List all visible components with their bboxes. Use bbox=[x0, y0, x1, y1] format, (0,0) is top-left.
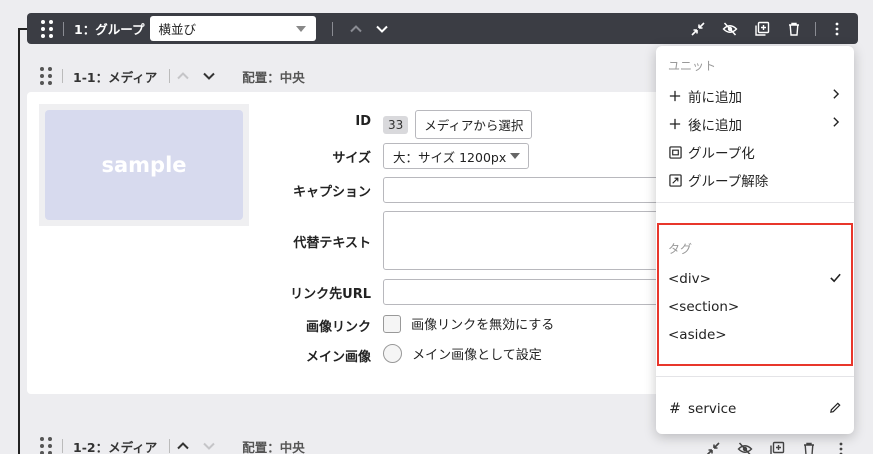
collapse-arrows-icon bbox=[706, 442, 720, 454]
collapse-arrows-icon bbox=[691, 21, 705, 36]
image-link-label: 画像リンク bbox=[305, 320, 371, 335]
collapse-button[interactable] bbox=[700, 436, 726, 454]
tag-section-highlight bbox=[657, 223, 853, 366]
move-down-button[interactable] bbox=[369, 16, 395, 42]
delete-button[interactable] bbox=[781, 16, 807, 42]
hide-button[interactable] bbox=[717, 16, 743, 42]
unit-position: 配置：中央 bbox=[242, 439, 305, 454]
image-link-option[interactable]: 画像リンクを無効にする bbox=[383, 314, 554, 333]
unit-title: 1-1：メディア bbox=[73, 69, 158, 85]
trash-icon bbox=[789, 22, 799, 36]
menu-item-add-after[interactable]: 後に追加 bbox=[668, 112, 842, 136]
move-down-button[interactable] bbox=[196, 433, 222, 454]
divider bbox=[62, 69, 63, 83]
unit-header: 1-2：メディア 配置：中央 bbox=[40, 433, 305, 454]
drag-handle-icon[interactable] bbox=[40, 67, 52, 85]
caption-label: キャプション bbox=[292, 185, 371, 200]
caret-down-icon bbox=[510, 153, 520, 159]
disable-link-checkbox[interactable] bbox=[383, 314, 401, 333]
more-menu-button[interactable] bbox=[824, 16, 850, 42]
alt-text-label: 代替テキスト bbox=[293, 236, 371, 251]
duplicate-button[interactable] bbox=[764, 436, 790, 454]
more-vertical-icon bbox=[835, 22, 839, 35]
move-up-button[interactable] bbox=[170, 63, 196, 89]
trash-icon bbox=[804, 442, 814, 454]
duplicate-button[interactable] bbox=[749, 16, 775, 42]
drag-handle-icon[interactable] bbox=[41, 19, 53, 38]
unit-actions bbox=[700, 436, 854, 454]
menu-item-label: グループ解除 bbox=[688, 174, 769, 190]
more-vertical-icon bbox=[839, 442, 843, 454]
anchor-label: service bbox=[688, 401, 737, 417]
menu-item-label: グループ化 bbox=[688, 146, 755, 162]
menu-item-group[interactable]: グループ化 bbox=[668, 140, 842, 164]
divider bbox=[63, 21, 64, 36]
divider bbox=[332, 21, 334, 36]
pencil-icon[interactable] bbox=[829, 401, 842, 418]
menu-section-unit: ユニット bbox=[668, 59, 717, 73]
menu-item-add-before[interactable]: 前に追加 bbox=[668, 84, 842, 108]
size-select[interactable]: 大：サイズ 1200px bbox=[383, 143, 529, 169]
chevron-down-icon bbox=[203, 72, 215, 80]
group-title: 1：グループ bbox=[74, 22, 145, 37]
chevron-right-icon bbox=[830, 116, 842, 132]
menu-divider bbox=[656, 202, 854, 203]
size-label: サイズ bbox=[332, 151, 371, 166]
link-url-input[interactable] bbox=[383, 279, 667, 305]
menu-anchor-item[interactable]: # service bbox=[668, 397, 842, 421]
menu-divider bbox=[656, 376, 854, 377]
group-icon bbox=[668, 145, 682, 159]
alt-text-textarea[interactable] bbox=[383, 211, 667, 270]
move-down-button[interactable] bbox=[196, 63, 222, 89]
link-url-label: リンク先URL bbox=[290, 287, 371, 302]
divider bbox=[815, 21, 816, 36]
collapse-button[interactable] bbox=[685, 16, 711, 42]
menu-item-label: 後に追加 bbox=[688, 118, 742, 134]
unit-header: 1-1：メディア 配置：中央 bbox=[40, 63, 305, 89]
plus-icon bbox=[668, 117, 682, 131]
duplicate-icon bbox=[770, 441, 785, 454]
chevron-up-icon bbox=[177, 442, 189, 450]
unit-title: 1-2：メディア bbox=[73, 439, 158, 454]
select-media-button[interactable]: メディアから選択 bbox=[415, 110, 533, 139]
unit-position: 配置：中央 bbox=[242, 69, 305, 85]
menu-item-ungroup[interactable]: グループ解除 bbox=[668, 168, 842, 192]
size-value: 大：サイズ 1200px bbox=[393, 149, 507, 165]
chevron-down-icon bbox=[203, 442, 215, 450]
group-toolbar: 1：グループ 横並び bbox=[27, 13, 858, 44]
group-bracket-line bbox=[18, 28, 20, 454]
more-menu-button[interactable] bbox=[828, 436, 854, 454]
main-image-text: メイン画像として設定 bbox=[412, 348, 542, 363]
chevron-up-icon bbox=[350, 24, 363, 32]
group-layout-select[interactable]: 横並び bbox=[150, 16, 317, 41]
caption-input[interactable] bbox=[383, 177, 667, 203]
drag-handle-icon[interactable] bbox=[40, 437, 52, 454]
plus-icon bbox=[668, 89, 682, 103]
move-up-button[interactable] bbox=[170, 433, 196, 454]
main-image-radio[interactable] bbox=[383, 344, 402, 363]
duplicate-icon bbox=[755, 21, 770, 36]
delete-button[interactable] bbox=[796, 436, 822, 454]
menu-item-label: 前に追加 bbox=[688, 90, 742, 106]
caret-down-icon bbox=[296, 25, 307, 32]
hash-icon: # bbox=[669, 401, 681, 417]
chevron-up-icon bbox=[177, 72, 189, 80]
id-label: ID bbox=[355, 114, 371, 129]
main-image-option[interactable]: メイン画像として設定 bbox=[383, 344, 542, 363]
main-image-label: メイン画像 bbox=[305, 350, 371, 365]
media-unit-card: sample ID 33 メディアから選択 サイズ 大：サイズ 1200px キ… bbox=[27, 92, 667, 394]
group-layout-value: 横並び bbox=[158, 22, 196, 37]
eye-off-icon bbox=[737, 442, 753, 454]
eye-off-icon bbox=[722, 21, 738, 36]
chevron-right-icon bbox=[830, 88, 842, 104]
chevron-down-icon bbox=[376, 25, 389, 33]
ungroup-icon bbox=[668, 173, 682, 187]
id-badge: 33 bbox=[383, 115, 409, 134]
hide-button[interactable] bbox=[732, 436, 758, 454]
divider bbox=[62, 439, 63, 453]
disable-link-text: 画像リンクを無効にする bbox=[411, 318, 555, 333]
move-up-button[interactable] bbox=[343, 16, 369, 42]
